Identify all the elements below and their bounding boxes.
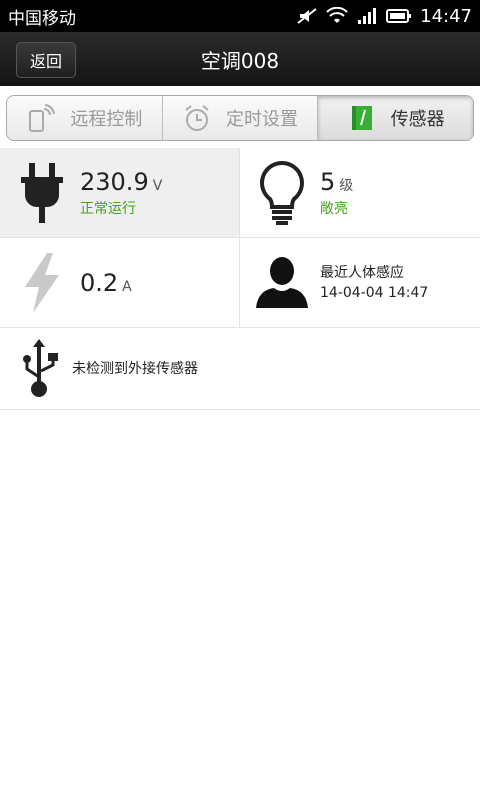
tab-remote-control[interactable]: 远程控制 xyxy=(7,96,163,140)
voltage-value: 230.9 xyxy=(80,167,149,196)
tab-bar: 远程控制 定时设置 传感器 xyxy=(6,95,474,141)
tab-label: 远程控制 xyxy=(70,109,143,130)
battery-icon xyxy=(386,9,412,23)
wifi-icon xyxy=(326,7,348,23)
light-cell: 5级 敞亮 xyxy=(240,148,480,237)
sensor-grid: 230.9 V 正常运行 5级 敞亮 0.2 A 最近人体感应 14-04-04… xyxy=(0,148,480,410)
voltage-unit: V xyxy=(152,177,163,194)
carrier-label: 中国移动 xyxy=(8,8,76,29)
tab-bar-container: 远程控制 定时设置 传感器 xyxy=(0,86,480,148)
light-unit: 级 xyxy=(339,177,354,194)
alarm-clock-icon xyxy=(185,105,209,131)
light-text: 5级 敞亮 xyxy=(320,168,353,218)
current-unit: A xyxy=(122,278,132,295)
human-sensor-cell: 最近人体感应 14-04-04 14:47 xyxy=(240,238,480,327)
light-value: 5 xyxy=(320,167,336,196)
person-silhouette-icon xyxy=(252,248,312,318)
usb-icon xyxy=(14,334,64,404)
status-icons: 14:47 xyxy=(296,6,472,27)
tab-label: 定时设置 xyxy=(226,109,298,130)
signal-icon xyxy=(358,8,377,24)
sensor-notebook-icon xyxy=(351,106,372,130)
current-value: 0.2 xyxy=(80,268,119,297)
mute-icon xyxy=(297,8,317,24)
usb-sensor-row: 未检测到外接传感器 xyxy=(0,328,480,410)
tab-timer-settings[interactable]: 定时设置 xyxy=(163,96,319,140)
voltage-cell: 230.9 V 正常运行 xyxy=(0,148,240,237)
page-title: 空调008 xyxy=(200,48,280,73)
human-sensor-label: 最近人体感应 xyxy=(320,264,404,281)
voltage-status: 正常运行 xyxy=(80,200,136,217)
sensor-row: 230.9 V 正常运行 5级 敞亮 xyxy=(0,148,480,238)
plug-icon xyxy=(12,158,72,228)
lightning-icon xyxy=(12,248,72,318)
lightbulb-icon xyxy=(252,158,312,228)
usb-sensor-label: 未检测到外接传感器 xyxy=(72,360,198,377)
current-text: 0.2 A xyxy=(80,269,132,297)
voltage-text: 230.9 V 正常运行 xyxy=(80,168,162,218)
remote-phone-icon xyxy=(29,104,56,132)
human-sensor-text: 最近人体感应 14-04-04 14:47 xyxy=(320,263,428,303)
tab-sensor[interactable]: 传感器 xyxy=(318,96,473,140)
human-sensor-timestamp: 14-04-04 14:47 xyxy=(320,284,429,301)
tab-label: 传感器 xyxy=(390,109,445,130)
status-bar: 中国移动 14:47 xyxy=(0,0,480,32)
current-cell: 0.2 A xyxy=(0,238,240,327)
sensor-row: 0.2 A 最近人体感应 14-04-04 14:47 xyxy=(0,238,480,328)
light-status: 敞亮 xyxy=(320,200,348,217)
back-button[interactable]: 返回 xyxy=(16,42,76,78)
clock-time: 14:47 xyxy=(420,5,472,27)
title-bar: 返回 空调008 xyxy=(0,32,480,86)
